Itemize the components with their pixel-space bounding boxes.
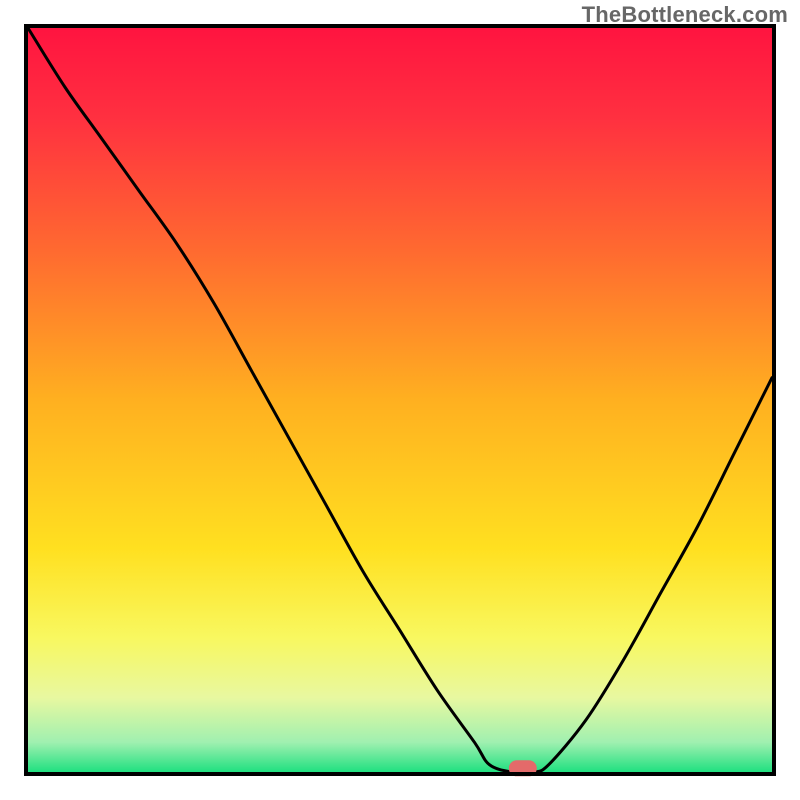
plot-background [28, 28, 772, 772]
watermark-text: TheBottleneck.com [582, 2, 788, 28]
chart-svg [0, 0, 800, 800]
bottleneck-chart: TheBottleneck.com [0, 0, 800, 800]
